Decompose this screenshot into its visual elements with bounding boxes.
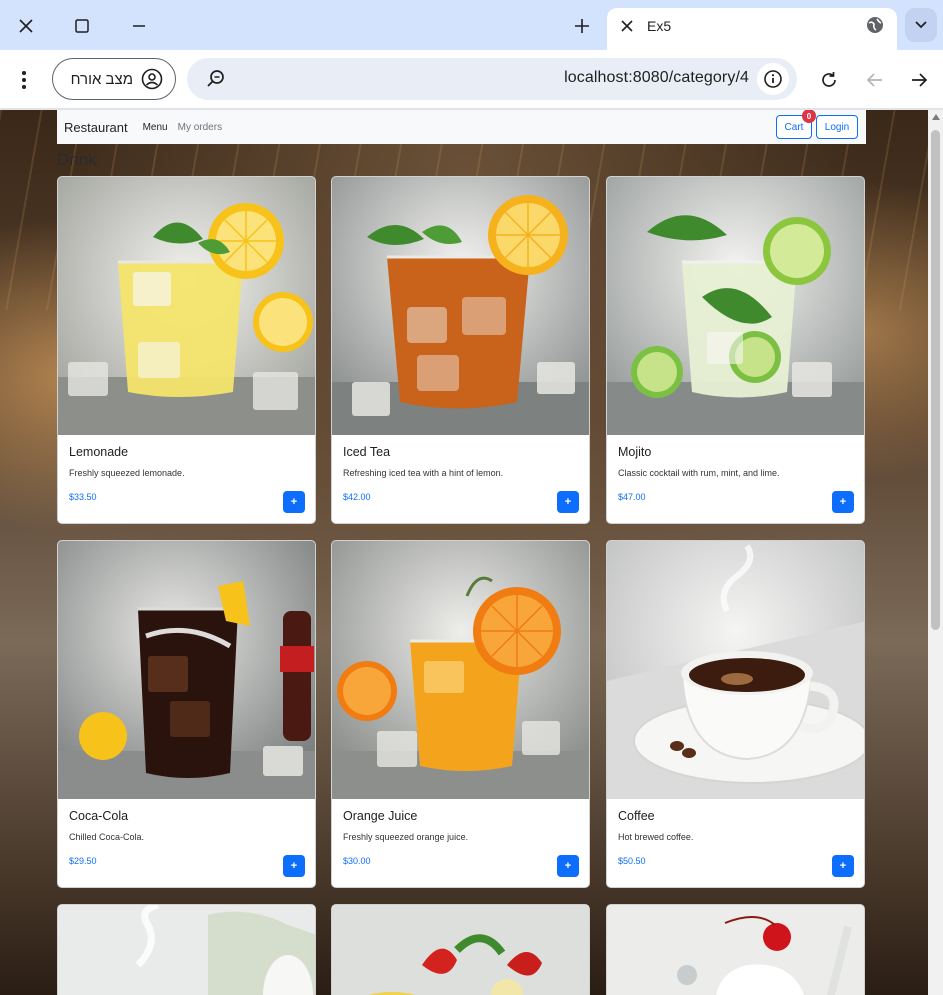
cart-button[interactable]: Cart 0 <box>776 110 816 139</box>
iced-tea-image <box>332 177 589 435</box>
scroll-up-arrow-icon[interactable] <box>932 114 940 120</box>
nav-link-my-orders[interactable]: My orders <box>178 122 222 133</box>
nav-link-menu[interactable]: Menu <box>143 122 168 133</box>
product-name: Lemonade <box>69 445 129 459</box>
zoom-search-icon[interactable] <box>205 68 227 90</box>
page-scrollbar[interactable] <box>928 110 943 995</box>
orange-juice-image <box>332 541 589 799</box>
lemonade-image <box>58 177 315 435</box>
product-card: Coca-Cola Chilled Coca-Cola. $29.50 + <box>57 540 316 888</box>
product-card: Lemonade Freshly squeezed lemonade. $33.… <box>57 176 316 524</box>
page-viewport: Restaurant Menu My orders Cart 0 Login D… <box>0 110 928 995</box>
navbar-actions: Cart 0 Login <box>776 110 858 139</box>
mojito-image <box>607 177 864 435</box>
product-name: Orange Juice <box>343 809 418 823</box>
product-card-partial <box>57 904 316 995</box>
new-tab-plus-icon[interactable] <box>566 10 598 42</box>
site-info-icon[interactable] <box>757 63 789 95</box>
back-arrow-icon[interactable] <box>905 66 933 94</box>
cart-count-badge: 0 <box>802 110 816 123</box>
window-close-icon[interactable] <box>8 8 44 44</box>
product-name: Mojito <box>618 445 652 459</box>
card-body: Lemonade Freshly squeezed lemonade. $33.… <box>58 435 315 523</box>
browser-toolbar: מצב אורח localhost:8080/category/4 <box>0 50 943 109</box>
reload-icon[interactable] <box>815 66 843 94</box>
smoothie-image <box>332 905 589 995</box>
product-description: Chilled Coca-Cola. <box>69 832 145 842</box>
add-to-cart-button[interactable]: + <box>283 491 305 513</box>
forward-arrow-icon <box>861 66 889 94</box>
add-to-cart-button[interactable]: + <box>832 855 854 877</box>
window-minimize-icon[interactable] <box>121 8 157 44</box>
scrollbar-thumb[interactable] <box>931 130 940 630</box>
url-text[interactable]: localhost:8080/category/4 <box>564 69 749 87</box>
add-to-cart-button[interactable]: + <box>557 491 579 513</box>
add-to-cart-button[interactable]: + <box>283 855 305 877</box>
app-navbar: Restaurant Menu My orders Cart 0 Login <box>57 110 866 144</box>
product-price: $50.50 <box>618 856 646 866</box>
product-description: Classic cocktail with rum, mint, and lim… <box>618 468 780 478</box>
tab-close-icon[interactable] <box>615 14 639 38</box>
category-title: Drink <box>57 150 97 169</box>
tab-title: Ex5 <box>647 18 672 34</box>
product-price: $42.00 <box>343 492 371 502</box>
product-card: Iced Tea Refreshing iced tea with a hint… <box>331 176 590 524</box>
product-description: Freshly squeezed orange juice. <box>343 832 469 842</box>
browser-tab-bar: Ex5 <box>0 0 943 50</box>
globe-icon <box>865 15 887 37</box>
card-body: Coffee Hot brewed coffee. $50.50 + <box>607 799 864 887</box>
product-name: Iced Tea <box>343 445 391 459</box>
product-description: Refreshing iced tea with a hint of lemon… <box>343 468 504 478</box>
coca-cola-image <box>58 541 315 799</box>
add-to-cart-button[interactable]: + <box>557 855 579 877</box>
product-price: $47.00 <box>618 492 646 502</box>
product-card: Mojito Classic cocktail with rum, mint, … <box>606 176 865 524</box>
guest-label: מצב אורח <box>70 70 133 88</box>
product-price: $33.50 <box>69 492 97 502</box>
tea-steam-image <box>58 905 315 995</box>
guest-profile-button[interactable]: מצב אורח <box>52 58 176 100</box>
product-card: Orange Juice Freshly squeezed orange jui… <box>331 540 590 888</box>
tab-search-chevron-icon[interactable] <box>905 8 937 42</box>
add-to-cart-button[interactable]: + <box>832 491 854 513</box>
product-card-partial <box>331 904 590 995</box>
cart-label: Cart <box>784 121 804 133</box>
card-body: Mojito Classic cocktail with rum, mint, … <box>607 435 864 523</box>
milkshake-image <box>607 905 864 995</box>
product-description: Hot brewed coffee. <box>618 832 694 842</box>
window-maximize-icon[interactable] <box>64 8 100 44</box>
card-body: Orange Juice Freshly squeezed orange jui… <box>332 799 589 887</box>
product-card-partial <box>606 904 865 995</box>
browser-menu-icon[interactable] <box>12 66 36 94</box>
product-price: $30.00 <box>343 856 371 866</box>
coffee-image <box>607 541 864 799</box>
product-description: Freshly squeezed lemonade. <box>69 468 185 478</box>
active-tab[interactable]: Ex5 <box>607 8 897 50</box>
brand-link[interactable]: Restaurant <box>64 120 128 135</box>
card-body: Coca-Cola Chilled Coca-Cola. $29.50 + <box>58 799 315 887</box>
login-label: Login <box>824 121 850 133</box>
product-name: Coffee <box>618 809 655 823</box>
guest-avatar-icon <box>141 68 163 90</box>
login-button[interactable]: Login <box>816 115 858 139</box>
address-bar[interactable]: localhost:8080/category/4 <box>187 58 797 100</box>
card-body: Iced Tea Refreshing iced tea with a hint… <box>332 435 589 523</box>
product-card: Coffee Hot brewed coffee. $50.50 + <box>606 540 865 888</box>
product-price: $29.50 <box>69 856 97 866</box>
product-name: Coca-Cola <box>69 809 129 823</box>
